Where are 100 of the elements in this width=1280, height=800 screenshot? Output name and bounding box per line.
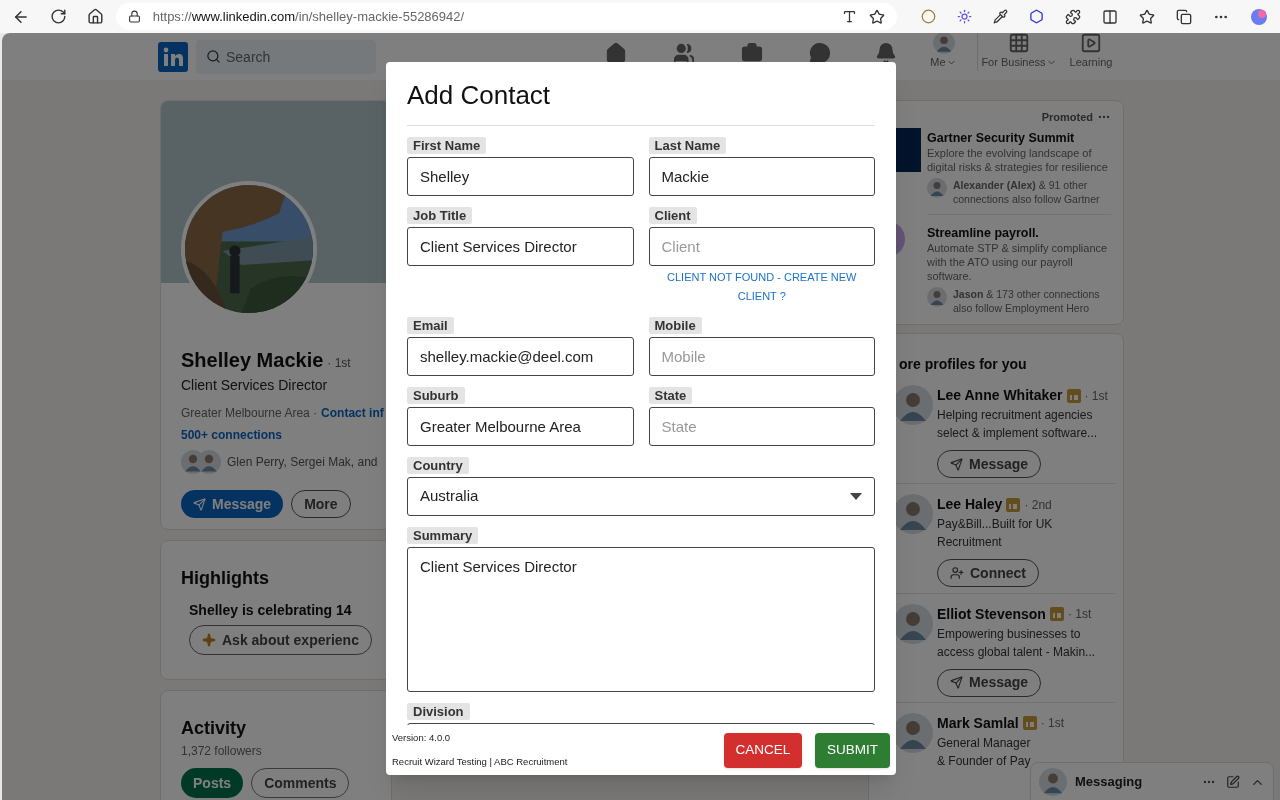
favorites-icon[interactable]: [1139, 8, 1155, 25]
messaging-title: Messaging: [1075, 773, 1143, 792]
summary-field[interactable]: Client Services Director: [407, 547, 875, 692]
search-icon: [206, 48, 221, 64]
ad-description: Automate STP & simplify compliance with the ATO using our payroll software.: [927, 240, 1109, 283]
avatar: [927, 286, 947, 307]
split-screen-icon[interactable]: [1102, 8, 1118, 25]
notifications-icon[interactable]: [875, 42, 897, 65]
eyedropper-icon[interactable]: [993, 9, 1008, 24]
avatar: [932, 33, 955, 55]
address-bar[interactable]: https://www.linkedin.com/in/shelley-mackie-55286942/: [115, 3, 897, 30]
organization-text: Recruit Wizard Testing | ABC Recruitment: [392, 754, 568, 769]
avatar: [893, 385, 933, 425]
person-name[interactable]: Elliot Stevenson: [937, 603, 1046, 625]
compose-icon[interactable]: [1226, 775, 1240, 789]
avatar: [893, 494, 933, 535]
avatar: [893, 603, 933, 644]
mutual-connections: Glen Perry, Sergei Mak, and: [227, 454, 378, 471]
person-headline: General Manager & Founder of Pay: [937, 734, 1031, 770]
collections-icon[interactable]: [1176, 8, 1192, 25]
send-icon: [193, 497, 206, 511]
field-label: Email: [407, 317, 454, 334]
connection-degree: · 1st: [1067, 606, 1092, 624]
version-text: Version: 4.0.0: [392, 731, 452, 746]
section-title: Highlights: [181, 567, 270, 590]
me-menu[interactable]: Me: [918, 33, 978, 71]
read-aloud-icon[interactable]: [842, 9, 857, 24]
favorite-icon[interactable]: [869, 8, 885, 25]
extension-icon[interactable]: [921, 9, 936, 24]
activity-tab[interactable]: Posts: [181, 768, 244, 798]
reload-icon[interactable]: [49, 8, 67, 25]
extension-icon[interactable]: [1029, 9, 1044, 24]
input-field[interactable]: Greater Melbourne Area: [407, 407, 634, 446]
send-icon: [950, 676, 963, 690]
location-text: Greater Melbourne Area ·: [181, 405, 318, 422]
person-name[interactable]: Lee Anne Whitaker: [937, 385, 1063, 406]
person-name[interactable]: Mark Samlal: [937, 712, 1019, 734]
person-headline: Helping recruitment agencies select & implement software...: [937, 407, 1098, 442]
field-label: State: [648, 387, 693, 404]
learning-link[interactable]: Learning: [1060, 33, 1122, 71]
input-field[interactable]: shelley.mackie@deel.com: [407, 337, 634, 376]
person-headline: Pay&Bill...Built for UK Recruitment: [937, 516, 1053, 552]
copilot-icon[interactable]: [1250, 7, 1268, 26]
home-icon[interactable]: [86, 8, 104, 25]
profile-name: Shelley Mackie: [181, 348, 324, 373]
search-field[interactable]: Search: [196, 39, 376, 74]
input-field[interactable]: Client: [648, 227, 875, 266]
promoted-label: Promoted: [1041, 110, 1093, 125]
field-label: Division: [407, 703, 470, 720]
connections-link[interactable]: 500+ connections: [181, 426, 371, 444]
ad-description: Explore the evolving landscape of digital risks & strategies for resilience: [927, 145, 1109, 174]
premium-badge-icon: [1022, 716, 1037, 731]
connection-degree: · 1st: [327, 355, 351, 372]
message-button[interactable]: Message: [181, 490, 284, 518]
input-field[interactable]: Shelley: [407, 157, 634, 196]
send-icon: [950, 457, 963, 471]
avatar: [927, 177, 947, 198]
submit-button[interactable]: SUBMIT: [815, 732, 890, 768]
ad-title: Gartner Security Summit: [927, 129, 1076, 146]
input-field[interactable]: Mobile: [648, 337, 875, 376]
learning-icon: [1080, 33, 1102, 55]
field-label: Summary: [407, 527, 479, 544]
network-icon[interactable]: [673, 42, 695, 65]
input-field[interactable]: Client Services Director: [407, 227, 634, 266]
input-field[interactable]: State: [648, 407, 875, 446]
dialog-title: Add Contact: [407, 76, 875, 126]
sparkle-icon: [202, 633, 216, 647]
business-menu[interactable]: For Business: [978, 33, 1060, 71]
messaging-icon[interactable]: [809, 42, 831, 65]
profile-headline: Client Services Director: [181, 376, 329, 395]
field-label: Last Name: [648, 137, 727, 154]
logo-icon[interactable]: [158, 41, 188, 72]
extensions-icon[interactable]: [1065, 8, 1081, 25]
ad-social-proof: Alexander (Alex) & 91 other connections also follow Gartner: [953, 177, 1101, 206]
ad-title: Streamline payroll.: [927, 224, 1040, 241]
country-select[interactable]: Australia: [407, 477, 875, 516]
input-field[interactable]: Mackie: [648, 157, 875, 196]
url-text: https://www.linkedin.com/in/shelley-mackie-55286942/: [152, 7, 465, 26]
create-client-link[interactable]: CLIENT NOT FOUND - CREATE NEW CLIENT ?: [661, 268, 862, 306]
extension-icon[interactable]: [957, 9, 972, 24]
followers-count: 1,372 followers: [181, 743, 263, 760]
connection-degree: · 2nd: [1024, 496, 1052, 514]
premium-badge-icon: [1049, 607, 1064, 622]
field-label: Country: [407, 457, 469, 474]
section-title: ore profiles for you: [898, 355, 1028, 374]
section-title: Activity: [181, 717, 248, 740]
connection-degree: · 1st: [1084, 387, 1108, 405]
field-label: Job Title: [407, 207, 473, 224]
field-label: First Name: [407, 137, 487, 154]
premium-badge-icon: [1066, 388, 1081, 403]
field-label: Client: [648, 207, 697, 224]
connection-degree: · 1st: [1040, 715, 1065, 733]
avatar: [1039, 768, 1067, 796]
person-name[interactable]: Lee Haley: [937, 494, 1003, 516]
messaging-bar[interactable]: Messaging: [1030, 762, 1274, 800]
home-nav-icon[interactable]: [605, 42, 627, 65]
cancel-button[interactable]: CANCEL: [724, 732, 802, 768]
contact-info-link[interactable]: Contact inf: [321, 404, 384, 422]
add-person-icon: [950, 566, 964, 581]
ad-social-proof: Jason & 173 other connections also follow Employment Hero: [953, 286, 1101, 315]
